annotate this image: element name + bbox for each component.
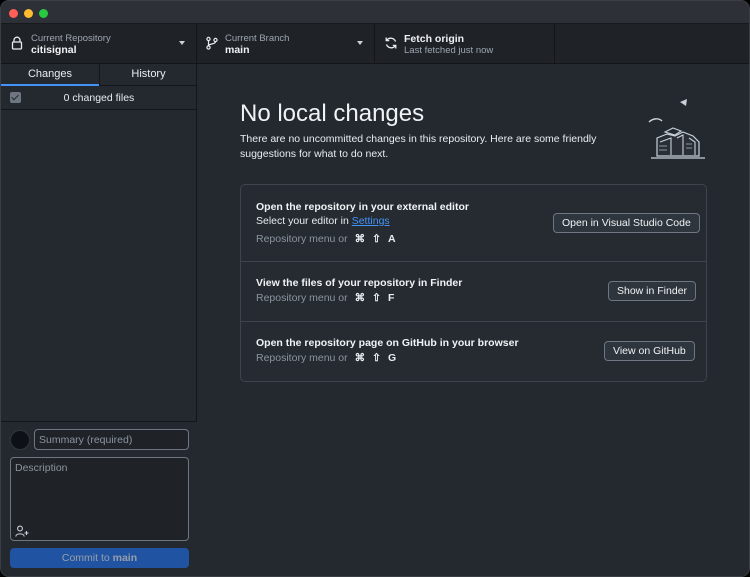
commit-button[interactable]: Commit to main: [10, 548, 189, 568]
no-changes-illustration-icon: [648, 99, 705, 159]
sidebar-tabs: Changes History: [1, 64, 197, 86]
fetch-origin-button[interactable]: Fetch origin Last fetched just now: [375, 24, 555, 64]
tab-history[interactable]: History: [99, 64, 197, 86]
page-title: No local changes: [240, 100, 425, 127]
sync-icon: [385, 37, 397, 49]
description-input[interactable]: [10, 457, 189, 541]
keyboard-shortcut: Repository menu or ⌘ ⇧ F: [256, 292, 394, 304]
show-in-finder-button[interactable]: Show in Finder: [608, 281, 697, 301]
current-repository-button[interactable]: Current Repository citisignal: [1, 24, 197, 64]
suggestion-subtitle: Select your editor in Settings: [256, 215, 390, 227]
repository-name: citisignal: [31, 44, 77, 56]
toolbar: Current Repository citisignal Current Br…: [1, 24, 749, 64]
shift-key-icon: ⇧: [372, 352, 381, 364]
fetch-status: Last fetched just now: [404, 45, 494, 56]
shortcut-prefix: Repository menu or: [256, 352, 348, 364]
page-subtitle: There are no uncommitted changes in this…: [240, 133, 597, 160]
shortcut-prefix: Repository menu or: [256, 292, 348, 304]
fetch-label: Fetch origin: [404, 33, 465, 45]
shortcut-prefix: Repository menu or: [256, 233, 348, 245]
add-coauthor-icon[interactable]: [15, 525, 30, 537]
keyboard-shortcut: Repository menu or ⌘ ⇧ G: [256, 352, 396, 364]
suggestions-panel: Open the repository in your external edi…: [240, 184, 707, 382]
settings-link[interactable]: Settings: [352, 215, 390, 227]
command-key-icon: ⌘: [354, 292, 366, 304]
zoom-window-button[interactable]: [39, 9, 48, 18]
keyboard-shortcut: Repository menu or ⌘ ⇧ A: [256, 233, 396, 245]
current-branch-button[interactable]: Current Branch main: [197, 24, 375, 64]
open-in-vscode-button[interactable]: Open in Visual Studio Code: [553, 213, 700, 233]
shortcut-key: A: [387, 233, 396, 245]
tab-changes[interactable]: Changes: [1, 64, 99, 86]
branch-label: Current Branch: [225, 33, 290, 44]
suggestion-open-editor: Open the repository in your external edi…: [241, 185, 706, 262]
commit-button-prefix: Commit to: [61, 552, 110, 564]
command-key-icon: ⌘: [354, 352, 366, 364]
title-bar: [1, 1, 749, 24]
commit-form: Commit to main: [1, 421, 197, 576]
repository-label: Current Repository: [31, 33, 111, 44]
shift-key-icon: ⇧: [372, 233, 381, 245]
minimize-window-button[interactable]: [24, 9, 33, 18]
commit-button-branch: main: [112, 552, 138, 564]
main-panel: No local changes There are no uncommitte…: [197, 64, 749, 576]
branch-icon: [206, 36, 218, 50]
lock-icon: [11, 36, 23, 50]
suggestion-subtitle-prefix: Select your editor in: [256, 215, 352, 227]
branch-name: main: [225, 44, 250, 56]
sidebar: Changes History 0 changed files Commit t…: [1, 64, 197, 576]
shift-key-icon: ⇧: [372, 292, 381, 304]
app-window: Current Repository citisignal Current Br…: [0, 0, 750, 577]
suggestion-view-on-github: Open the repository page on GitHub in yo…: [241, 322, 706, 381]
caret-down-icon: [357, 41, 363, 45]
shortcut-key: F: [387, 292, 395, 304]
close-window-button[interactable]: [9, 9, 18, 18]
suggestion-title: View the files of your repository in Fin…: [256, 277, 463, 289]
avatar: [10, 430, 30, 450]
shortcut-key: G: [387, 352, 397, 364]
changed-files-count: 0 changed files: [63, 92, 135, 104]
view-on-github-button[interactable]: View on GitHub: [604, 341, 695, 361]
suggestion-title: Open the repository in your external edi…: [256, 201, 469, 213]
suggestion-title: Open the repository page on GitHub in yo…: [256, 337, 519, 349]
changes-header: 0 changed files: [1, 86, 197, 110]
suggestion-show-in-finder: View the files of your repository in Fin…: [241, 262, 706, 322]
caret-down-icon: [179, 41, 185, 45]
command-key-icon: ⌘: [354, 233, 366, 245]
summary-input[interactable]: [34, 429, 189, 450]
